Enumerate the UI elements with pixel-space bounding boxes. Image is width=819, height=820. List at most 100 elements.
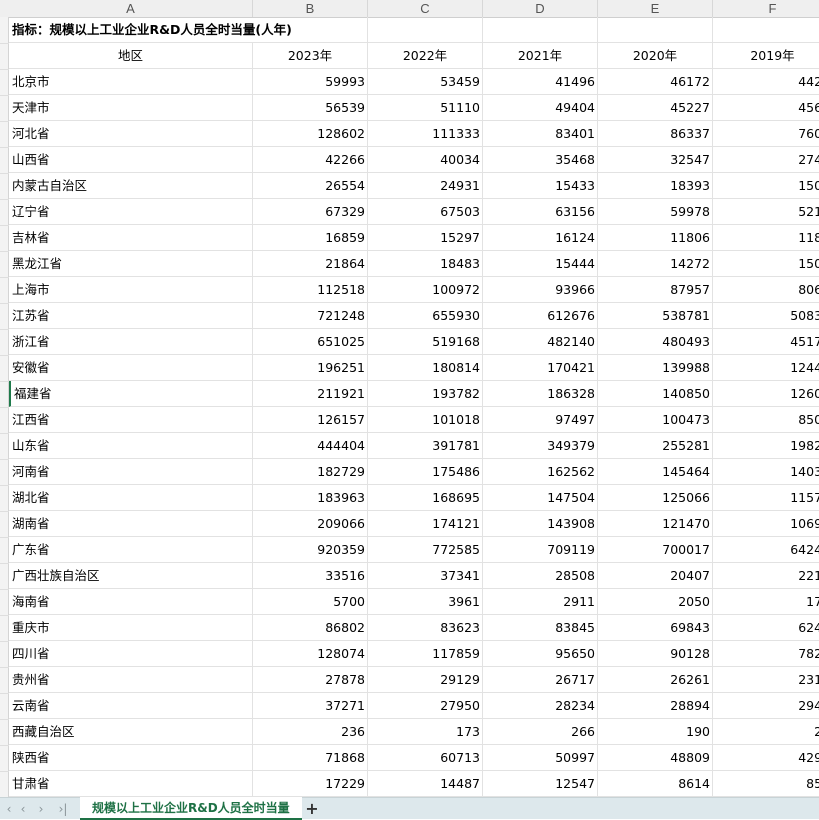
value-cell[interactable]: 28894 [598,693,713,719]
empty-cell[interactable] [713,17,819,43]
value-cell[interactable]: 46172 [598,69,713,95]
value-cell[interactable]: 11574 [713,485,819,511]
value-cell[interactable]: 20407 [598,563,713,589]
region-name-cell[interactable]: 山东省 [9,433,253,459]
column-header-c[interactable]: C [368,0,483,17]
value-cell[interactable]: 45175 [713,329,819,355]
value-cell[interactable]: 444404 [253,433,368,459]
value-cell[interactable]: 15297 [368,225,483,251]
value-cell[interactable]: 174121 [368,511,483,537]
row-header[interactable] [0,277,9,304]
value-cell[interactable]: 83623 [368,615,483,641]
value-cell[interactable]: 2316 [713,667,819,693]
value-cell[interactable]: 27950 [368,693,483,719]
value-cell[interactable]: 482140 [483,329,598,355]
value-cell[interactable]: 182729 [253,459,368,485]
value-cell[interactable]: 28234 [483,693,598,719]
value-cell[interactable]: 266 [483,719,598,745]
value-cell[interactable]: 5210 [713,199,819,225]
region-name-cell[interactable]: 重庆市 [9,615,253,641]
value-cell[interactable]: 59978 [598,199,713,225]
region-name-cell[interactable]: 四川省 [9,641,253,667]
row-header[interactable] [0,537,9,564]
value-cell[interactable]: 10694 [713,511,819,537]
row-header[interactable] [0,745,9,772]
value-cell[interactable]: 700017 [598,537,713,563]
value-cell[interactable]: 33516 [253,563,368,589]
value-cell[interactable]: 37271 [253,693,368,719]
value-cell[interactable]: 128074 [253,641,368,667]
value-cell[interactable]: 196251 [253,355,368,381]
column-header-b[interactable]: B [253,0,368,17]
row-header[interactable] [0,225,9,252]
region-name-cell[interactable]: 浙江省 [9,329,253,355]
value-cell[interactable]: 19820 [713,433,819,459]
region-name-cell[interactable]: 山西省 [9,147,253,173]
value-cell[interactable]: 651025 [253,329,368,355]
row-header[interactable] [0,147,9,174]
value-cell[interactable]: 391781 [368,433,483,459]
value-cell[interactable]: 32547 [598,147,713,173]
region-name-cell[interactable]: 江西省 [9,407,253,433]
row-header[interactable] [0,173,9,200]
add-sheet-button[interactable]: + [300,798,324,820]
empty-cell[interactable] [598,17,713,43]
value-cell[interactable]: 4568 [713,95,819,121]
value-cell[interactable]: 112518 [253,277,368,303]
year-header[interactable]: 2020年 [598,43,713,69]
value-cell[interactable]: 2911 [483,589,598,615]
row-header[interactable] [0,199,9,226]
row-header[interactable] [0,433,9,460]
row-header[interactable] [0,43,9,70]
value-cell[interactable]: 117859 [368,641,483,667]
value-cell[interactable]: 6242 [713,615,819,641]
sheet-title-cell[interactable]: 指标：规模以上工业企业R&D人员全时当量(人年) [9,17,292,43]
value-cell[interactable]: 64249 [713,537,819,563]
value-cell[interactable]: 4424 [713,69,819,95]
value-cell[interactable]: 5700 [253,589,368,615]
value-cell[interactable]: 21864 [253,251,368,277]
value-cell[interactable]: 24931 [368,173,483,199]
row-header[interactable] [0,69,9,96]
row-header[interactable] [0,17,9,44]
value-cell[interactable]: 60713 [368,745,483,771]
row-header[interactable] [0,329,9,356]
value-cell[interactable]: 12608 [713,381,819,407]
next-sheet-icon[interactable]: › [32,798,50,820]
year-header[interactable]: 2021年 [483,43,598,69]
column-header-e[interactable]: E [598,0,713,17]
region-name-cell[interactable]: 湖南省 [9,511,253,537]
region-name-cell[interactable]: 陕西省 [9,745,253,771]
region-name-cell[interactable]: 安徽省 [9,355,253,381]
value-cell[interactable]: 37341 [368,563,483,589]
value-cell[interactable]: 56539 [253,95,368,121]
value-cell[interactable]: 12547 [483,771,598,797]
region-name-cell[interactable]: 西藏自治区 [9,719,253,745]
value-cell[interactable]: 86337 [598,121,713,147]
value-cell[interactable]: 26717 [483,667,598,693]
row-header-gutter[interactable] [0,17,9,797]
row-header[interactable] [0,771,9,797]
region-name-cell[interactable]: 广东省 [9,537,253,563]
value-cell[interactable]: 709119 [483,537,598,563]
value-cell[interactable]: 3961 [368,589,483,615]
value-cell[interactable]: 16124 [483,225,598,251]
value-cell[interactable]: 53459 [368,69,483,95]
value-cell[interactable]: 538781 [598,303,713,329]
column-header-a[interactable]: A [9,0,253,17]
value-cell[interactable]: 7609 [713,121,819,147]
empty-cell[interactable] [253,17,368,43]
value-cell[interactable]: 69843 [598,615,713,641]
value-cell[interactable]: 26 [713,719,819,745]
empty-cell[interactable] [368,17,483,43]
value-cell[interactable]: 168695 [368,485,483,511]
prev-sheet-icon[interactable]: ‹ [14,798,32,820]
value-cell[interactable]: 139988 [598,355,713,381]
value-cell[interactable]: 18483 [368,251,483,277]
value-cell[interactable]: 11806 [598,225,713,251]
value-cell[interactable]: 2210 [713,563,819,589]
region-name-cell[interactable]: 辽宁省 [9,199,253,225]
value-cell[interactable]: 59993 [253,69,368,95]
value-cell[interactable]: 173 [368,719,483,745]
value-cell[interactable]: 71868 [253,745,368,771]
